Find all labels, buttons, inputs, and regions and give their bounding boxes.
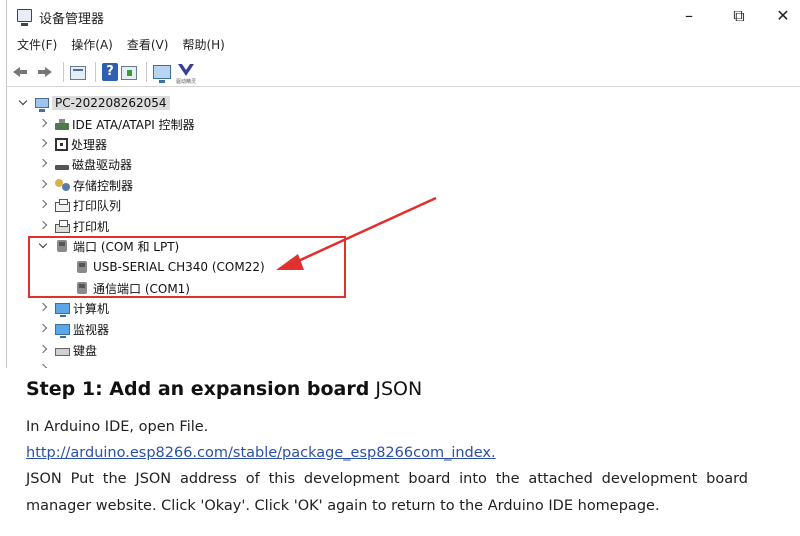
step-heading: Step 1: Add an expansion board JSON xyxy=(26,378,748,400)
instruction-paragraph: JSON Put the JSON address of this develo… xyxy=(26,471,748,514)
instruction-line: In Arduino IDE, open File. xyxy=(26,419,209,435)
step-heading-bold: Step 1: Add an expansion board xyxy=(26,378,370,400)
step-heading-rest: JSON xyxy=(369,378,423,400)
article: Step 1: Add an expansion board JSON In A… xyxy=(26,378,748,520)
board-manager-url-link[interactable]: http://arduino.esp8266.com/stable/packag… xyxy=(26,440,748,466)
